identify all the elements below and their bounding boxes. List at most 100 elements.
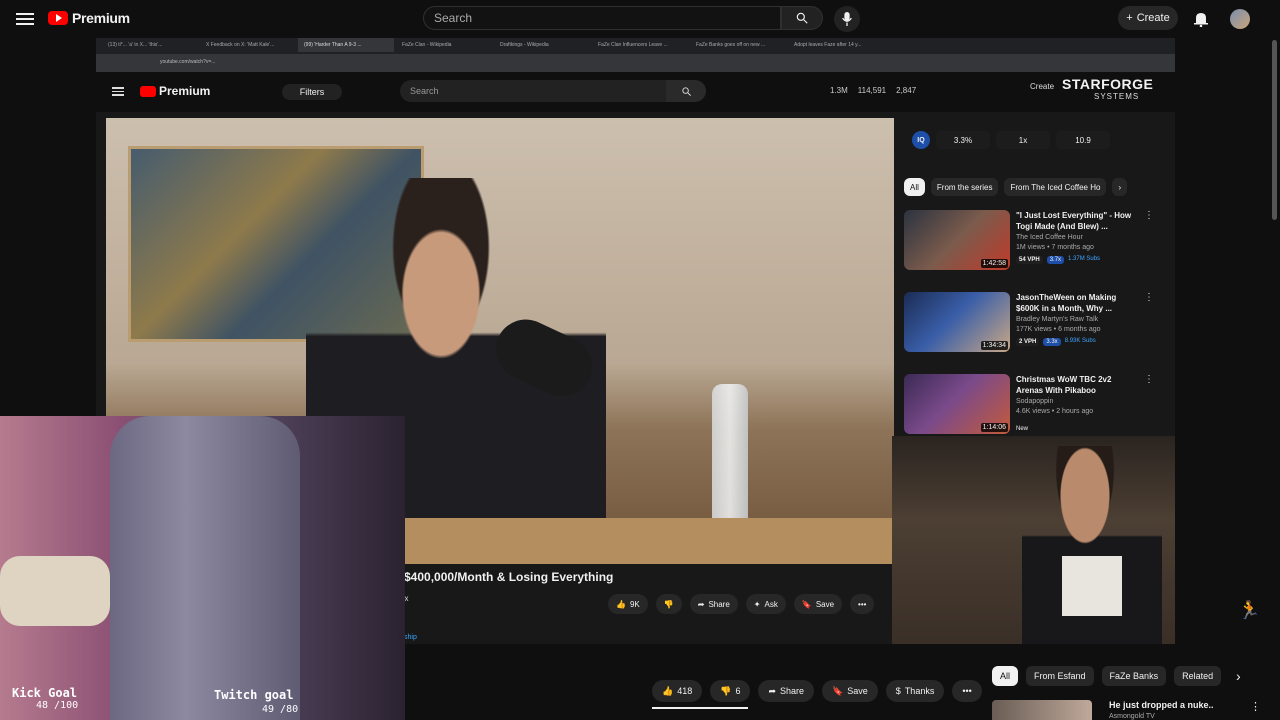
rec-item[interactable]: 1:14:06 Christmas WoW TBC 2v2 Arenas Wit…	[904, 374, 1154, 444]
thanks-button[interactable]: $ Thanks	[885, 680, 945, 702]
scrollbar[interactable]	[1272, 40, 1277, 220]
menu-icon[interactable]	[16, 10, 34, 28]
more-vert-icon[interactable]: ⋮	[1144, 292, 1154, 303]
water-bottle	[712, 384, 748, 524]
rec-thumbnail[interactable]	[992, 700, 1092, 720]
chip-related[interactable]: Related	[1174, 666, 1222, 686]
inner-menu-icon[interactable]	[112, 85, 124, 98]
control-value-a[interactable]: 3.3%	[936, 131, 990, 149]
like-underline	[652, 707, 748, 709]
browser-tab[interactable]: FaZe Clan Influencers Leave ...	[592, 38, 688, 52]
ask-label: Ask	[764, 599, 778, 609]
inner-youtube-logo[interactable]: Premium	[140, 84, 210, 98]
search-button[interactable]	[781, 6, 823, 30]
share-icon: ➦	[768, 685, 777, 696]
rec-badges: New	[1016, 426, 1028, 432]
rec-channel[interactable]: Bradley Martyn's Raw Talk	[1016, 316, 1098, 323]
mult-badge: 3.3x	[1043, 338, 1061, 346]
chip-channel[interactable]: From The Iced Coffee Ho	[1004, 178, 1107, 196]
share-label: Share	[780, 686, 805, 696]
channel-stats: 1.3M 114,591 2,847	[830, 86, 916, 95]
inner-play-logo-icon	[140, 85, 156, 97]
chip-from-esfand[interactable]: From Esfand	[1026, 666, 1094, 686]
streamer-webcam	[892, 436, 1175, 644]
more-vert-icon[interactable]: ⋮	[1144, 210, 1154, 221]
chip-all[interactable]: All	[992, 666, 1019, 686]
subs-badge: 8.93K Subs	[1064, 338, 1096, 344]
video-actions: 👍 9K 👎 ➦ Share ✦ Ask 🔖 Save •••	[608, 594, 875, 614]
rec-item[interactable]: 1:34:34 JasonTheWeen on Making $600K in …	[904, 292, 1154, 362]
rec-title[interactable]: Christmas WoW TBC 2v2 Arenas With Pikabo…	[1016, 374, 1138, 396]
thumbs-down-icon: 👎	[720, 685, 732, 696]
microphone-icon	[842, 12, 852, 26]
more-button[interactable]: •••	[850, 594, 875, 614]
browser-tab[interactable]: X Feedback on X: 'Matt Kale'...	[200, 38, 296, 52]
chip-all[interactable]: All	[904, 178, 925, 196]
vph-badge: 54 VPH	[1016, 256, 1043, 264]
inner-search-button[interactable]	[666, 80, 706, 102]
rec-title[interactable]: He just dropped a nuke..	[1109, 700, 1214, 710]
more-vert-icon[interactable]: ⋮	[1250, 700, 1261, 713]
share-button[interactable]: ➦ Share	[758, 680, 815, 702]
inner-create-button[interactable]: Create	[1030, 82, 1054, 91]
twitch-goal-label: Twitch goal	[214, 688, 294, 702]
create-label: Create	[1136, 12, 1170, 24]
rec-thumbnail[interactable]: 1:34:34	[904, 292, 1010, 352]
rec-item[interactable]: 1:42:58 "I Just Lost Everything" - How T…	[904, 210, 1154, 280]
filters-button[interactable]: Filters	[282, 84, 342, 100]
youtube-logo[interactable]: Premium	[48, 10, 130, 26]
brand-label: Premium	[72, 10, 130, 26]
rec-title[interactable]: JasonTheWeen on Making $600K in a Month,…	[1016, 292, 1138, 314]
ask-button[interactable]: ✦ Ask	[745, 594, 786, 614]
extension-controls: IQ 3.3% 1x 10.9	[912, 128, 1138, 152]
browser-tab[interactable]: FaZe Banks goes off on new ...	[690, 38, 786, 52]
save-button[interactable]: 🔖 Save	[822, 680, 878, 702]
share-button[interactable]: ➦ Share	[689, 594, 738, 614]
pillow	[0, 556, 110, 626]
rec-thumbnail[interactable]: 1:42:58	[904, 210, 1010, 270]
more-button[interactable]: •••	[952, 680, 982, 702]
browser-tab[interactable]: FaZe Clan - Wikipedia	[396, 38, 492, 52]
dislike-button[interactable]: 👎 6	[710, 680, 751, 702]
chip-series[interactable]: From the series	[930, 178, 999, 196]
rec-thumbnail[interactable]: 1:14:06	[904, 374, 1010, 434]
notifications-button[interactable]	[1191, 9, 1211, 29]
rec-meta: 1M views • 7 months ago	[1016, 244, 1094, 251]
more-vert-icon[interactable]: ⋮	[1144, 374, 1154, 385]
rec-channel[interactable]: Asmongold TV	[1109, 713, 1155, 720]
avatar[interactable]	[1230, 9, 1250, 29]
dislike-button[interactable]: 👎	[655, 594, 682, 614]
rec-meta: 177K views • 6 months ago	[1016, 326, 1101, 333]
browser-tab[interactable]: Draftkings - Wikipedia	[494, 38, 590, 52]
control-value-b[interactable]: 1x	[996, 131, 1050, 149]
like-count: 9K	[629, 599, 640, 609]
control-value-c[interactable]: 10.9	[1056, 131, 1110, 149]
streamer-shirt	[1062, 556, 1122, 616]
sparkle-icon: ✦	[753, 599, 761, 609]
chip-faze-banks[interactable]: FaZe Banks	[1101, 666, 1167, 686]
save-button[interactable]: 🔖 Save	[793, 594, 843, 614]
iq-button[interactable]: IQ	[912, 131, 930, 149]
browser-tab[interactable]: Adopt leaves Faze after 14 y...	[788, 38, 884, 52]
ship-link[interactable]: ship	[404, 634, 417, 641]
rec-channel[interactable]: Sodapoppin	[1016, 398, 1053, 405]
thumbs-up-icon: 👍	[662, 685, 674, 696]
address-bar[interactable]: youtube.com/watch?v=...	[96, 54, 1175, 72]
rec-meta: 4.6K views • 2 hours ago	[1016, 408, 1094, 415]
like-button[interactable]: 👍 9K	[608, 594, 648, 614]
rec-channel[interactable]: The Iced Coffee Hour	[1016, 234, 1083, 241]
rec-title[interactable]: "I Just Lost Everything" - How Togi Made…	[1016, 210, 1138, 232]
rec-item[interactable]: He just dropped a nuke.. Asmongold TV ⋮	[992, 700, 1261, 720]
chevron-right-icon[interactable]: ›	[1112, 178, 1128, 196]
voice-search-button[interactable]	[834, 6, 860, 32]
search-input[interactable]: Search	[423, 6, 781, 30]
chevron-right-icon[interactable]: ›	[1236, 668, 1241, 684]
like-button[interactable]: 👍 418	[652, 680, 703, 702]
inner-search-input[interactable]: Search	[400, 80, 666, 102]
browser-tab[interactable]: (99) 'Harder Than A 9-3 ...	[298, 38, 394, 52]
left-webcam	[0, 416, 405, 720]
create-button[interactable]: + Create	[1118, 6, 1178, 30]
subs-badge: 1.37M Subs	[1068, 256, 1101, 262]
kick-goal-label: Kick Goal	[12, 686, 78, 700]
browser-tab[interactable]: (13) ti*... 'a' in X... 'this'...	[102, 38, 198, 52]
